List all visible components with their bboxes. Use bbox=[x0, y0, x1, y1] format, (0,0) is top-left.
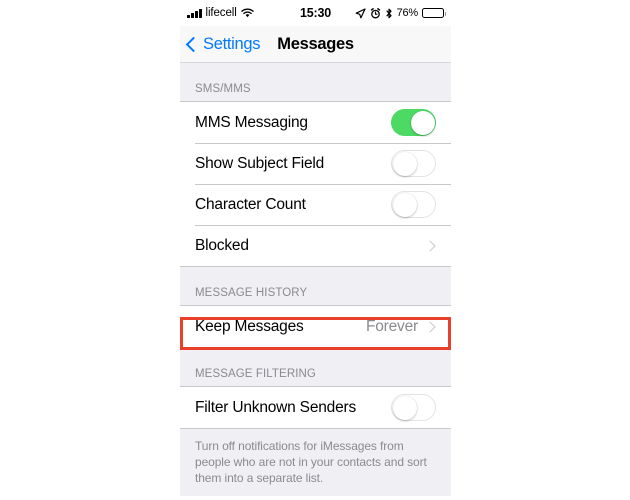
status-bar-right: 76% bbox=[355, 7, 446, 19]
screenshot-canvas: lifecell 15:30 76% Settings Messages SMS… bbox=[0, 0, 630, 500]
battery-icon bbox=[422, 8, 446, 18]
list-bottom-spacer bbox=[180, 496, 451, 500]
chevron-right-icon bbox=[424, 320, 436, 333]
section-header-message-history: MESSAGE HISTORY bbox=[180, 267, 451, 305]
section-header-sms-mms: SMS/MMS bbox=[180, 63, 451, 101]
row-show-subject-field[interactable]: Show Subject Field bbox=[180, 143, 451, 184]
toggle-filter-unknown-senders[interactable] bbox=[391, 394, 436, 421]
iphone-screenshot: lifecell 15:30 76% Settings Messages SMS… bbox=[180, 0, 451, 500]
row-mms-messaging[interactable]: MMS Messaging bbox=[180, 102, 451, 143]
row-label: Keep Messages bbox=[195, 317, 304, 335]
section-group-message-history: Keep Messages Forever bbox=[180, 305, 451, 348]
section-group-sms-mms: MMS Messaging Show Subject Field Charact… bbox=[180, 101, 451, 267]
settings-list: SMS/MMS MMS Messaging Show Subject Field… bbox=[180, 63, 451, 500]
row-filter-unknown-senders[interactable]: Filter Unknown Senders bbox=[180, 387, 451, 428]
row-keep-messages[interactable]: Keep Messages Forever bbox=[180, 306, 451, 347]
row-label: Character Count bbox=[195, 195, 306, 213]
status-bar: lifecell 15:30 76% bbox=[180, 0, 451, 26]
alarm-clock-icon bbox=[370, 7, 381, 19]
toggle-mms-messaging[interactable] bbox=[391, 109, 436, 136]
row-label: MMS Messaging bbox=[195, 113, 308, 131]
chevron-right-icon bbox=[424, 239, 436, 252]
back-button-label: Settings bbox=[203, 34, 261, 53]
section-group-message-filtering: Filter Unknown Senders bbox=[180, 386, 451, 429]
toggle-show-subject-field[interactable] bbox=[391, 150, 436, 177]
row-blocked[interactable]: Blocked bbox=[180, 225, 451, 266]
section-footer-message-filtering: Turn off notifications for iMessages fro… bbox=[180, 429, 451, 496]
location-arrow-icon bbox=[355, 7, 366, 19]
row-label: Show Subject Field bbox=[195, 154, 325, 172]
back-button-settings[interactable]: Settings bbox=[180, 34, 261, 54]
chevron-left-icon bbox=[185, 36, 202, 52]
row-value-keep-messages: Forever bbox=[365, 317, 418, 335]
bluetooth-icon bbox=[385, 8, 393, 19]
row-label: Filter Unknown Senders bbox=[195, 398, 357, 416]
navigation-bar: Settings Messages bbox=[180, 26, 451, 63]
toggle-character-count[interactable] bbox=[391, 191, 436, 218]
row-character-count[interactable]: Character Count bbox=[180, 184, 451, 225]
battery-percent-label: 76% bbox=[396, 7, 419, 19]
row-label: Blocked bbox=[195, 236, 249, 254]
section-header-message-filtering: MESSAGE FILTERING bbox=[180, 348, 451, 386]
